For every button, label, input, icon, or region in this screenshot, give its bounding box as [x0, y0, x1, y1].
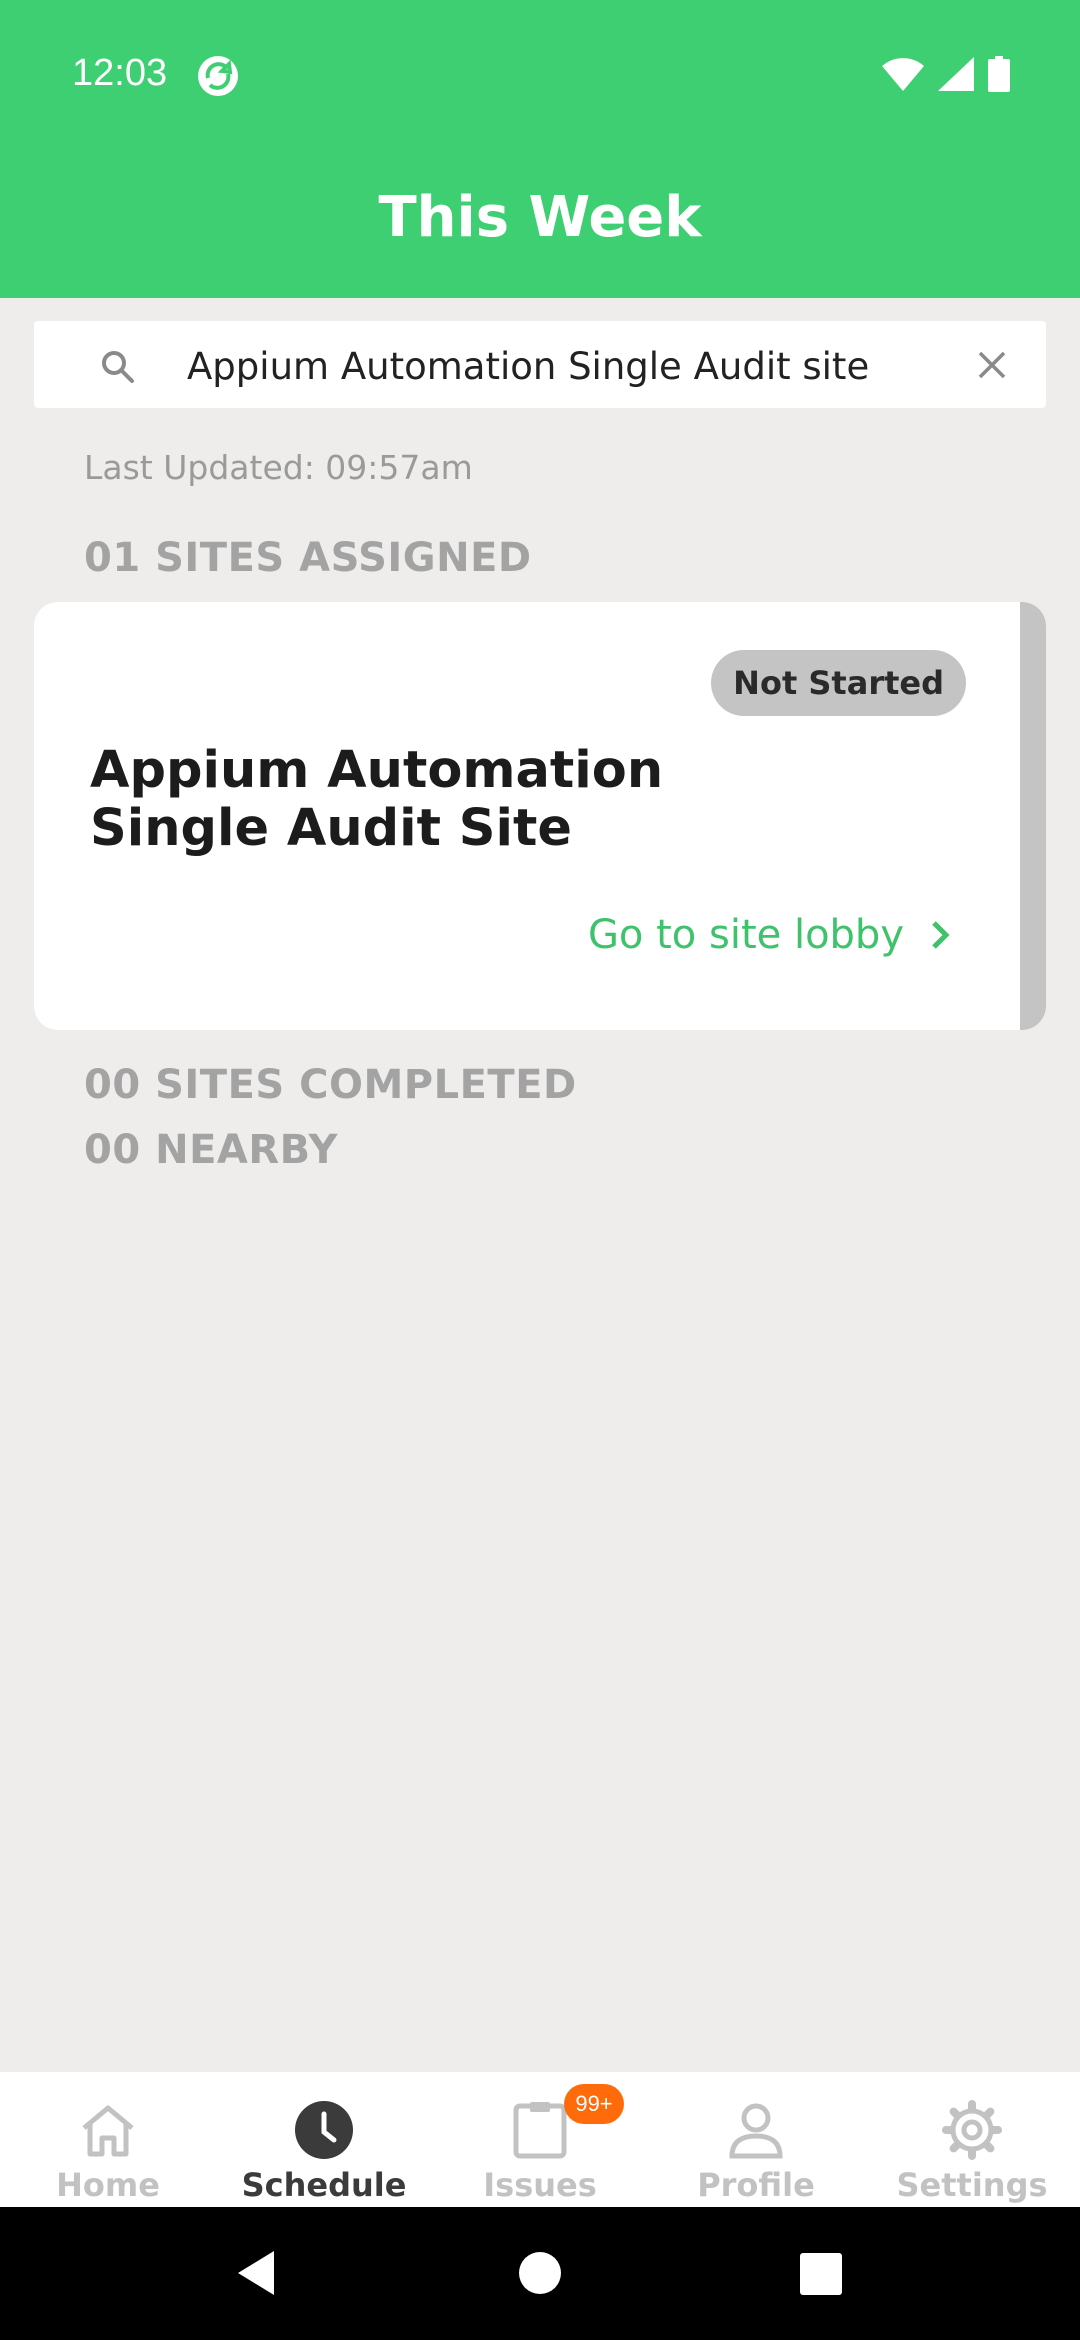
status-time: 12:03 — [72, 52, 168, 94]
back-icon[interactable] — [236, 2249, 276, 2297]
close-icon[interactable] — [972, 345, 1012, 385]
home-icon — [76, 2098, 140, 2162]
nav-item-issues[interactable]: 99+ Issues — [432, 2072, 648, 2207]
cell-signal-icon — [938, 57, 974, 91]
sites-completed-heading: 00 SITES COMPLETED — [84, 1062, 577, 1108]
search-icon — [102, 351, 134, 383]
site-card[interactable]: Not Started Appium Automation Single Aud… — [34, 602, 1046, 1030]
battery-icon — [988, 56, 1010, 92]
page-title: This Week — [378, 185, 702, 250]
person-icon — [724, 2098, 788, 2162]
home-button-icon[interactable] — [518, 2251, 562, 2295]
system-nav-bar — [0, 2207, 1080, 2340]
lobby-link-label: Go to site lobby — [587, 912, 904, 958]
nav-item-home[interactable]: Home — [0, 2072, 216, 2207]
search-bar[interactable]: Appium Automation Single Audit site — [34, 321, 1046, 408]
nav-label-home: Home — [56, 2166, 160, 2204]
nav-label-schedule: Schedule — [241, 2166, 407, 2204]
clipboard-icon: 99+ — [508, 2084, 624, 2162]
gear-icon — [940, 2098, 1004, 2162]
nav-item-schedule[interactable]: Schedule — [216, 2072, 432, 2207]
nearby-heading: 00 NEARBY — [84, 1127, 338, 1173]
nav-label-settings: Settings — [896, 2166, 1048, 2204]
wifi-icon — [882, 58, 924, 91]
site-name: Appium Automation Single Audit Site — [90, 741, 664, 858]
nav-label-issues: Issues — [483, 2166, 597, 2204]
status-icons — [882, 56, 1010, 92]
bottom-nav: Home Schedule 99+ Issues Profile Setting… — [0, 2072, 1080, 2207]
app-header: 12:03 This Week — [0, 0, 1080, 298]
last-updated: Last Updated: 09:57am — [84, 448, 473, 487]
nav-item-profile[interactable]: Profile — [648, 2072, 864, 2207]
go-to-site-lobby-link[interactable]: Go to site lobby — [588, 912, 956, 958]
sync-icon — [198, 56, 238, 96]
search-input[interactable]: Appium Automation Single Audit site — [187, 345, 869, 388]
nav-item-settings[interactable]: Settings — [864, 2072, 1080, 2207]
clock-icon — [292, 2098, 356, 2162]
issues-count-badge: 99+ — [564, 2084, 624, 2124]
card-status-edge — [1020, 602, 1046, 1030]
chevron-right-icon — [932, 921, 950, 949]
sites-assigned-heading: 01 SITES ASSIGNED — [84, 535, 532, 581]
status-badge: Not Started — [711, 650, 966, 716]
recents-icon[interactable] — [800, 2253, 842, 2295]
nav-label-profile: Profile — [697, 2166, 815, 2204]
